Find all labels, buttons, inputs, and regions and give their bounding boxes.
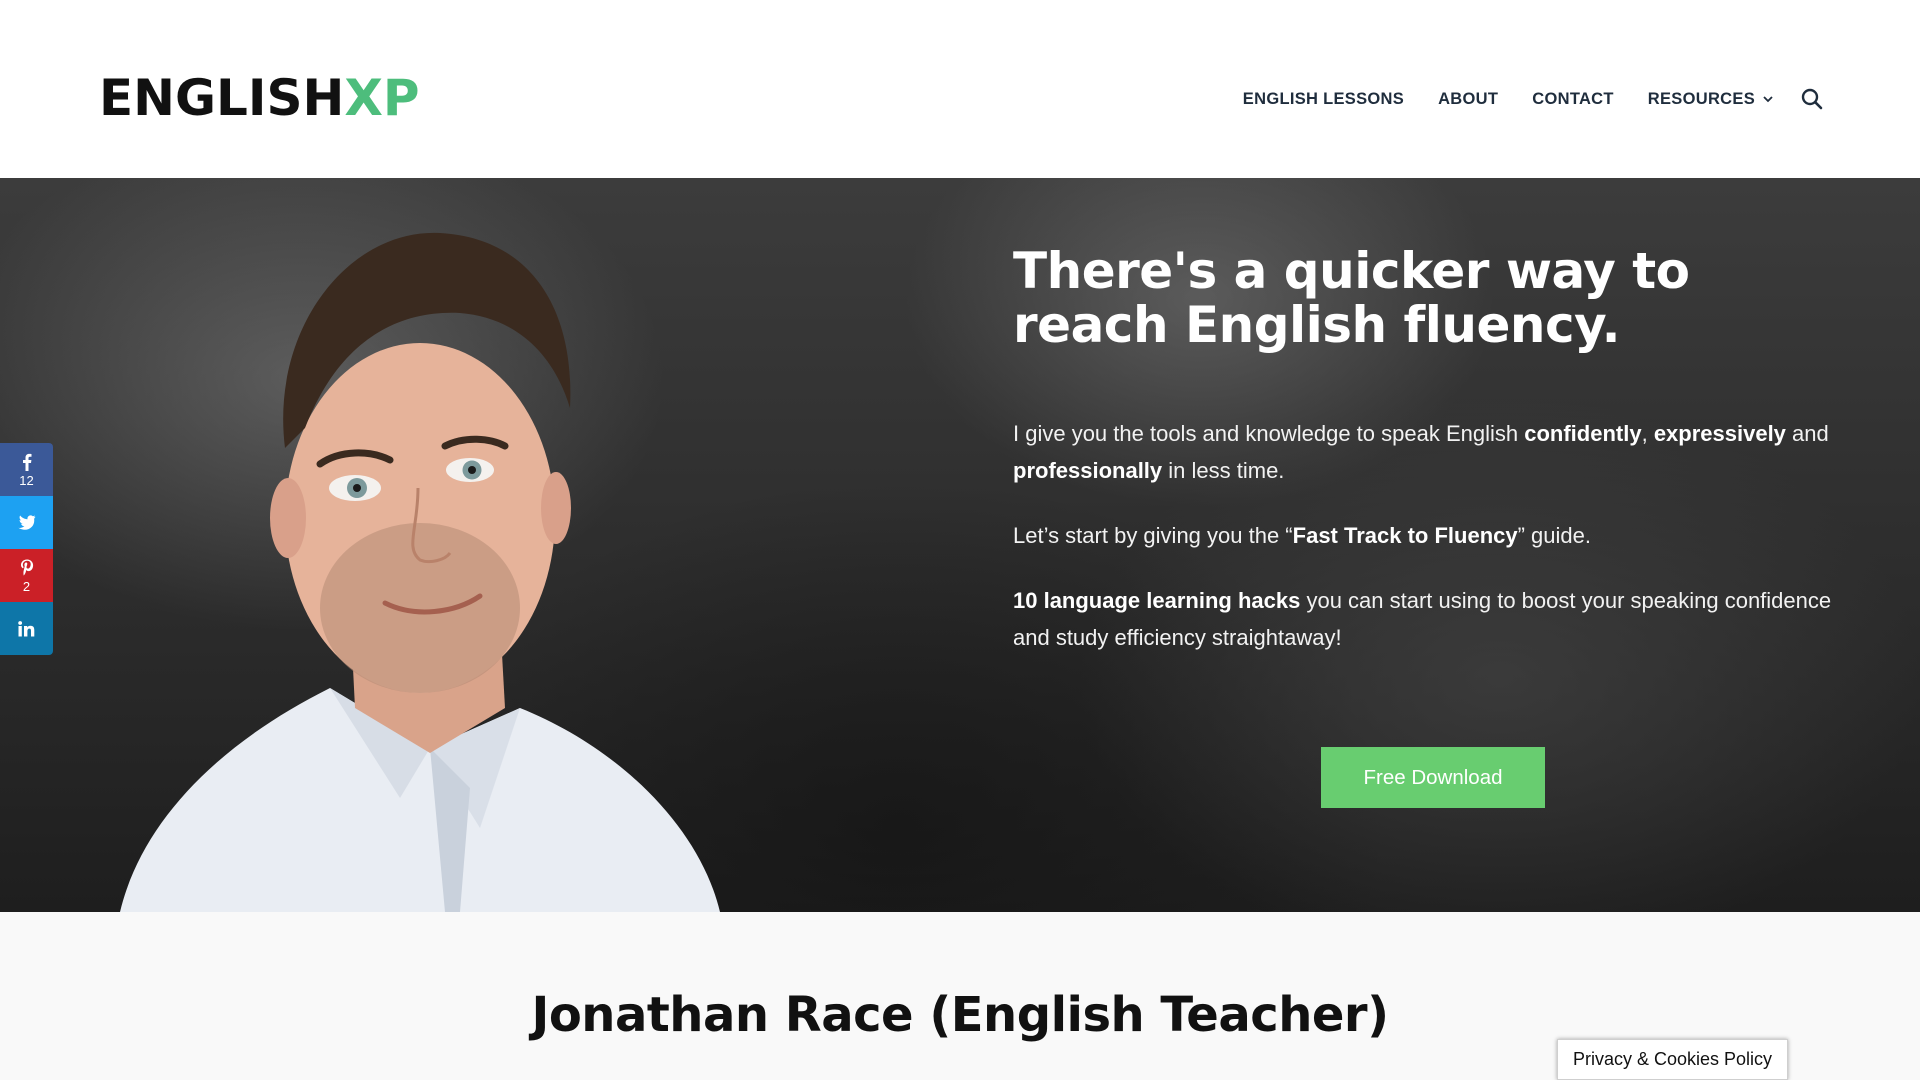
intro-bold-2: expressively [1653,421,1786,446]
hero-paragraph-hacks: 10 language learning hacks you can start… [1013,582,1843,656]
site-logo[interactable]: ENGLISHXP [99,70,420,126]
hero-title: There's a quicker way to reach English f… [1013,242,1690,354]
chevron-down-icon [1763,96,1773,103]
hero-paragraph-intro: I give you the tools and knowledge to sp… [1013,415,1843,489]
free-download-button[interactable]: Free Download [1321,747,1545,808]
nav-resources[interactable]: RESOURCES [1648,90,1774,109]
hacks-bold: 10 language learning hacks [1013,588,1301,613]
intro-bold-3: professionally [1013,458,1163,483]
guide-bold: Fast Track to Fluency [1292,523,1518,548]
hero-section: There's a quicker way to reach English f… [0,178,1920,912]
logo-accent-text: XP [344,69,420,127]
intro-text-4: in less time. [1162,458,1285,483]
twitter-icon [18,515,35,530]
share-twitter-button[interactable] [0,496,53,549]
intro-text-1: I give you the tools and knowledge to sp… [1013,421,1525,446]
hero-copy: There's a quicker way to reach English f… [1013,244,1843,656]
pinterest-icon [20,559,33,575]
share-linkedin-button[interactable] [0,602,53,655]
share-pinterest-button[interactable]: 2 [0,549,53,602]
nav-contact[interactable]: CONTACT [1532,90,1614,109]
hero-paragraph-guide: Let’s start by giving you the “Fast Trac… [1013,517,1843,554]
about-title: Jonathan Race (English Teacher) [531,987,1389,1043]
search-icon[interactable] [1800,87,1824,111]
intro-text-3: and [1785,421,1829,446]
privacy-cookies-policy-button[interactable]: Privacy & Cookies Policy [1557,1039,1788,1080]
logo-text: ENGLISH [99,69,345,127]
nav-resources-label: RESOURCES [1647,89,1755,108]
nav-about[interactable]: ABOUT [1438,90,1498,109]
pinterest-share-count: 2 [22,578,31,594]
intro-text-2: , [1641,421,1654,446]
social-share-bar: 12 2 [0,443,53,655]
main-nav: ENGLISH LESSONS ABOUT CONTACT RESOURCES [1209,84,1824,114]
nav-english-lessons[interactable]: ENGLISH LESSONS [1243,90,1404,109]
share-facebook-button[interactable]: 12 [0,443,53,496]
guide-text-1: Let’s start by giving you the “ [1013,523,1293,548]
linkedin-icon [18,620,35,636]
guide-text-2: ” guide. [1517,523,1591,548]
intro-bold-1: confidently [1524,421,1642,446]
site-header: ENGLISHXP ENGLISH LESSONS ABOUT CONTACT … [0,0,1920,178]
facebook-share-count: 12 [19,472,34,488]
facebook-icon [22,453,31,471]
teacher-portrait-image [120,232,720,912]
